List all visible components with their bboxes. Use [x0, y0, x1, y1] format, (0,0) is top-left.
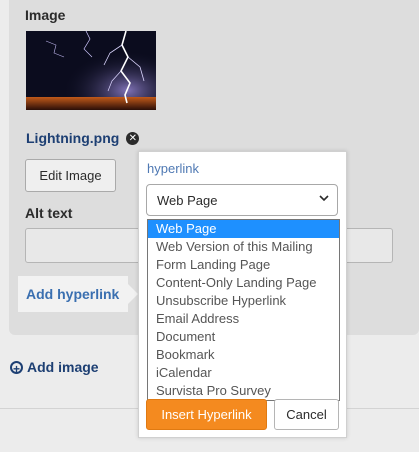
add-hyperlink-tab[interactable]: Add hyperlink: [18, 276, 138, 312]
option-email-address[interactable]: Email Address: [148, 310, 339, 328]
option-unsubscribe-hyperlink[interactable]: Unsubscribe Hyperlink: [148, 292, 339, 310]
image-file-name[interactable]: Lightning.png: [26, 130, 119, 146]
option-icalendar[interactable]: iCalendar: [148, 364, 339, 382]
insert-hyperlink-button[interactable]: Insert Hyperlink: [146, 399, 267, 430]
image-file-row: Lightning.png ✕: [26, 129, 140, 147]
image-thumbnail[interactable]: [26, 31, 156, 110]
hyperlink-popup-label: hyperlink: [147, 161, 200, 176]
option-web-page[interactable]: Web Page: [148, 220, 339, 238]
option-survista-pro-survey[interactable]: Survista Pro Survey: [148, 382, 339, 400]
add-image-button[interactable]: + Add image: [10, 359, 99, 375]
cancel-button[interactable]: Cancel: [274, 399, 339, 430]
option-bookmark[interactable]: Bookmark: [148, 346, 339, 364]
hyperlink-type-selected: Web Page: [157, 192, 218, 208]
alt-text-label: Alt text: [25, 205, 73, 221]
chevron-down-icon: [319, 195, 329, 202]
option-form-landing-page[interactable]: Form Landing Page: [148, 256, 339, 274]
option-content-only-landing-page[interactable]: Content-Only Landing Page: [148, 274, 339, 292]
edit-image-button[interactable]: Edit Image: [25, 159, 116, 192]
image-section-label: Image: [25, 7, 66, 23]
hyperlink-popup: hyperlink Web Page Web Page Web Version …: [138, 151, 347, 438]
plus-circle-icon[interactable]: +: [10, 360, 23, 375]
add-image-label[interactable]: Add image: [27, 359, 99, 375]
lightning-image: [26, 31, 156, 110]
hyperlink-type-options: Web Page Web Version of this Mailing For…: [147, 219, 340, 401]
option-document[interactable]: Document: [148, 328, 339, 346]
add-hyperlink-label[interactable]: Add hyperlink: [26, 286, 119, 302]
hyperlink-type-select[interactable]: Web Page: [146, 184, 338, 216]
close-circle-icon[interactable]: ✕: [126, 131, 140, 145]
option-web-version[interactable]: Web Version of this Mailing: [148, 238, 339, 256]
